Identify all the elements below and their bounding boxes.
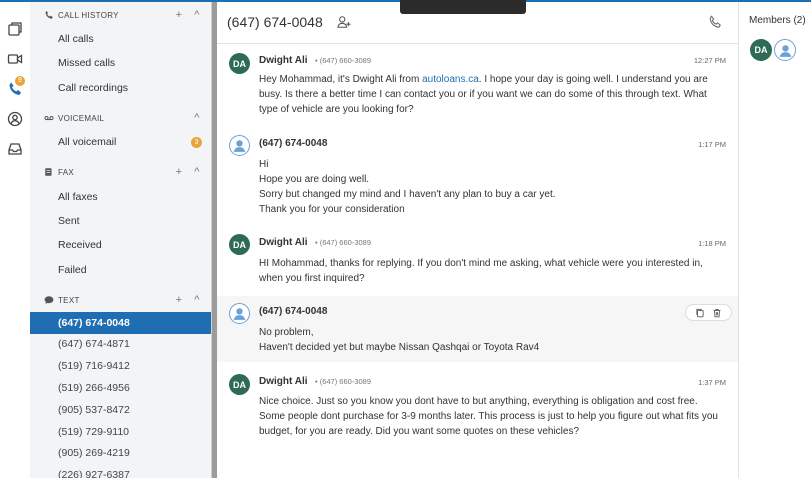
- members-panel: Members (2) DA: [738, 2, 811, 478]
- avatar: DA: [229, 234, 250, 255]
- collapse-icon[interactable]: ^: [192, 294, 202, 306]
- sender-name: Dwight Ali: [259, 376, 308, 387]
- message-line: Hi: [259, 159, 269, 170]
- message-line: Haven't decided yet but maybe Nissan Qas…: [259, 342, 540, 353]
- user-icon: [233, 308, 246, 320]
- add-user-icon[interactable]: [337, 15, 351, 29]
- voicemail-header[interactable]: VOICEMAIL ^: [30, 110, 212, 126]
- sidebar-item-all-faxes[interactable]: All faxes: [30, 186, 212, 208]
- member-avatar[interactable]: [774, 39, 796, 61]
- sender-name: Dwight Ali: [259, 237, 308, 248]
- conversation-header: (647) 674-0048: [217, 2, 738, 44]
- sidebar-item-all-voicemail[interactable]: All voicemail 3: [30, 131, 212, 153]
- sidebar: CALL HISTORY + ^ All calls Missed calls …: [30, 2, 212, 478]
- trash-icon[interactable]: [712, 308, 722, 318]
- avatar: DA: [229, 53, 250, 74]
- message-actions: [685, 304, 732, 321]
- call-history-header[interactable]: CALL HISTORY + ^: [30, 7, 212, 23]
- call-icon[interactable]: [708, 15, 722, 29]
- message-text: Hey Mohammad, it's Dwight Ali from: [259, 74, 423, 85]
- chat-bubble-icon: [44, 295, 54, 305]
- avatar: [229, 303, 250, 324]
- sidebar-item-text-thread[interactable]: (519) 716-9412: [30, 355, 212, 377]
- message-line: No problem,: [259, 327, 314, 338]
- message-body: Nice choice. Just so you know you dont h…: [259, 396, 718, 437]
- phone-badge: 9: [15, 76, 25, 86]
- text-title: TEXT: [58, 295, 80, 305]
- text-header[interactable]: TEXT + ^: [30, 292, 212, 308]
- sidebar-item-label: All voicemail: [58, 136, 117, 148]
- contact-icon[interactable]: [6, 110, 24, 128]
- sender-number: • (647) 660-3089: [315, 377, 371, 386]
- user-icon: [779, 44, 791, 57]
- sidebar-item-text-thread[interactable]: (905) 537-8472: [30, 399, 212, 421]
- fax-icon: [44, 167, 54, 177]
- sidebar-item-text-thread[interactable]: (905) 269-4219: [30, 442, 212, 464]
- sidebar-item-failed[interactable]: Failed: [30, 259, 212, 281]
- sidebar-item-all-calls[interactable]: All calls: [30, 28, 212, 50]
- message-list: DA Dwight Ali • (647) 660-3089 12:27 PM …: [217, 44, 738, 478]
- sender-name: Dwight Ali: [259, 55, 308, 66]
- message-body: Hi Hope you are doing well. Sorry but ch…: [259, 157, 724, 217]
- add-icon[interactable]: +: [174, 294, 184, 306]
- call-history-title: CALL HISTORY: [58, 10, 119, 20]
- sidebar-item-call-recordings[interactable]: Call recordings: [30, 77, 212, 99]
- voicemail-title: VOICEMAIL: [58, 113, 105, 123]
- message-body: No problem, Haven't decided yet but mayb…: [259, 325, 724, 355]
- add-icon[interactable]: +: [174, 9, 184, 21]
- collapse-icon[interactable]: ^: [192, 112, 202, 124]
- video-icon[interactable]: [6, 50, 24, 68]
- message-time: 1:17 PM: [698, 140, 726, 149]
- sidebar-item-sent[interactable]: Sent: [30, 210, 212, 232]
- chat-windows-icon[interactable]: [6, 20, 24, 38]
- inbox-icon[interactable]: [6, 140, 24, 158]
- message-time: 1:37 PM: [698, 378, 726, 387]
- message-line: Thank you for your consideration: [259, 204, 405, 215]
- collapse-icon[interactable]: ^: [192, 9, 202, 21]
- sidebar-item-missed-calls[interactable]: Missed calls: [30, 52, 212, 74]
- conversation-title: (647) 674-0048: [227, 14, 323, 30]
- message: DA Dwight Ali • (647) 660-3089 12:27 PM …: [217, 44, 738, 130]
- sender-number: • (647) 660-3089: [315, 56, 371, 65]
- sidebar-item-text-thread[interactable]: (647) 674-4871: [30, 333, 212, 355]
- message: (647) 674-0048 1:17 PM Hi Hope you are d…: [217, 130, 738, 226]
- fax-title: FAX: [58, 167, 75, 177]
- message-time: 1:18 PM: [698, 239, 726, 248]
- voicemail-badge: 3: [191, 137, 202, 148]
- sender-name: (647) 674-0048: [259, 306, 328, 317]
- message-line: Sorry but changed my mind and I haven't …: [259, 189, 556, 200]
- avatar: [229, 135, 250, 156]
- message-line: Hope you are doing well.: [259, 174, 370, 185]
- message-body: Hey Mohammad, it's Dwight Ali from autol…: [259, 72, 724, 117]
- sidebar-item-text-thread[interactable]: (519) 266-4956: [30, 377, 212, 399]
- members-title: Members (2): [749, 15, 806, 26]
- sender-number: • (647) 660-3089: [315, 238, 371, 247]
- member-avatar[interactable]: DA: [750, 39, 772, 61]
- add-icon[interactable]: +: [174, 166, 184, 178]
- fax-header[interactable]: FAX + ^: [30, 164, 212, 180]
- message-body: HI Mohammad, thanks for replying. If you…: [259, 258, 703, 284]
- voicemail-icon: [44, 113, 54, 123]
- message: DA Dwight Ali • (647) 660-3089 1:18 PM H…: [217, 226, 738, 294]
- sidebar-item-text-thread[interactable]: (226) 927-6387: [30, 464, 212, 478]
- phone-icon: [44, 10, 54, 20]
- avatar: DA: [229, 374, 250, 395]
- sender-name: (647) 674-0048: [259, 138, 328, 149]
- message-time: 12:27 PM: [693, 56, 726, 65]
- icon-rail: 9: [0, 2, 30, 478]
- user-icon: [233, 140, 246, 152]
- message-link[interactable]: autoloans.ca: [422, 74, 479, 85]
- copy-icon[interactable]: [695, 308, 705, 318]
- collapse-icon[interactable]: ^: [192, 166, 202, 178]
- sidebar-item-received[interactable]: Received: [30, 234, 212, 256]
- message: DA Dwight Ali • (647) 660-3089 1:37 PM N…: [217, 362, 738, 478]
- sidebar-item-text-thread[interactable]: (519) 729-9110: [30, 421, 212, 443]
- message: (647) 674-0048 No problem, Haven't decid…: [217, 296, 738, 362]
- sidebar-item-text-thread[interactable]: (647) 674-0048: [30, 312, 212, 334]
